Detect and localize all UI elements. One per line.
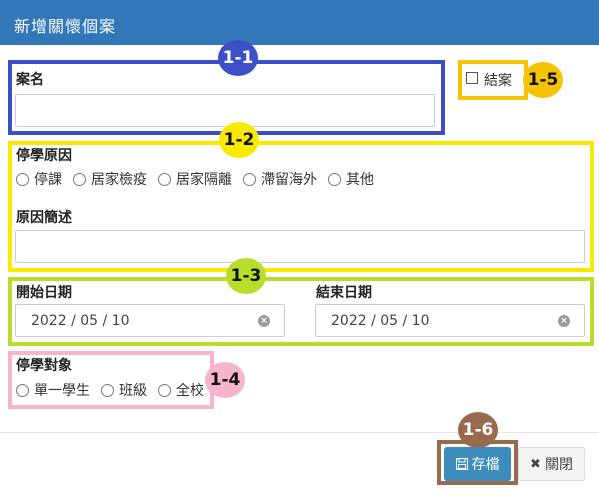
radio-circle [16, 383, 29, 397]
end-date-value: 2022 / 05 / 10 [331, 313, 430, 329]
annotation-badge-1-1: 1-1 [218, 40, 258, 76]
reason-description-label: 原因簡述 [16, 210, 72, 226]
reason-option-home-quarantine[interactable]: 居家檢疫 [73, 169, 147, 189]
annotation-badge-1-3: 1-3 [226, 258, 266, 294]
footer-divider [0, 432, 599, 433]
save-button[interactable]: 存檔 [444, 447, 511, 481]
closed-checkbox[interactable] [466, 72, 478, 84]
target-option-class[interactable]: 班級 [101, 380, 147, 400]
close-button-label: 關閉 [544, 457, 573, 473]
floppy-disk-icon [455, 458, 468, 470]
radio-circle [243, 172, 256, 186]
suspension-target-label: 停學對象 [16, 358, 72, 374]
radio-circle [73, 172, 86, 186]
radio-circle [101, 383, 114, 397]
case-name-input[interactable] [15, 94, 435, 127]
closed-checkbox-label: 結案 [484, 73, 512, 89]
target-option-whole-school[interactable]: 全校 [158, 380, 204, 400]
suspension-target-radios: 單一學生 班級 全校 [16, 380, 215, 400]
end-date-label: 結束日期 [316, 285, 372, 301]
reason-option-class-suspended[interactable]: 停課 [16, 169, 62, 189]
start-date-value: 2022 / 05 / 10 [31, 313, 130, 329]
annotation-badge-1-5: 1-5 [523, 62, 563, 98]
close-button[interactable]: ✖ 關閉 [518, 447, 585, 481]
annotation-badge-1-2: 1-2 [219, 122, 259, 158]
case-name-label: 案名 [16, 72, 44, 88]
end-date-input[interactable]: 2022 / 05 / 10 × [315, 304, 585, 337]
save-button-label: 存檔 [471, 457, 500, 473]
reason-description-input[interactable] [15, 230, 585, 263]
dialog-header: 新增關懷個案 [0, 0, 599, 45]
start-date-input[interactable]: 2022 / 05 / 10 × [15, 304, 285, 337]
suspension-reason-label: 停學原因 [16, 148, 72, 164]
reason-option-other[interactable]: 其他 [328, 169, 374, 189]
reason-option-stranded-overseas[interactable]: 滯留海外 [243, 169, 317, 189]
target-option-single-student[interactable]: 單一學生 [16, 380, 90, 400]
start-date-label: 開始日期 [16, 285, 72, 301]
close-icon: ✖ [530, 456, 541, 472]
radio-circle [328, 172, 341, 186]
reason-option-home-isolation[interactable]: 居家隔離 [158, 169, 232, 189]
radio-circle [16, 172, 29, 186]
clear-icon[interactable]: × [558, 315, 570, 327]
suspension-reason-radios: 停課 居家檢疫 居家隔離 滯留海外 其他 [16, 169, 385, 189]
clear-icon[interactable]: × [258, 315, 270, 327]
annotation-badge-1-4: 1-4 [205, 362, 245, 398]
radio-circle [158, 172, 171, 186]
radio-circle [158, 383, 171, 397]
dialog-title: 新增關懷個案 [14, 17, 117, 36]
